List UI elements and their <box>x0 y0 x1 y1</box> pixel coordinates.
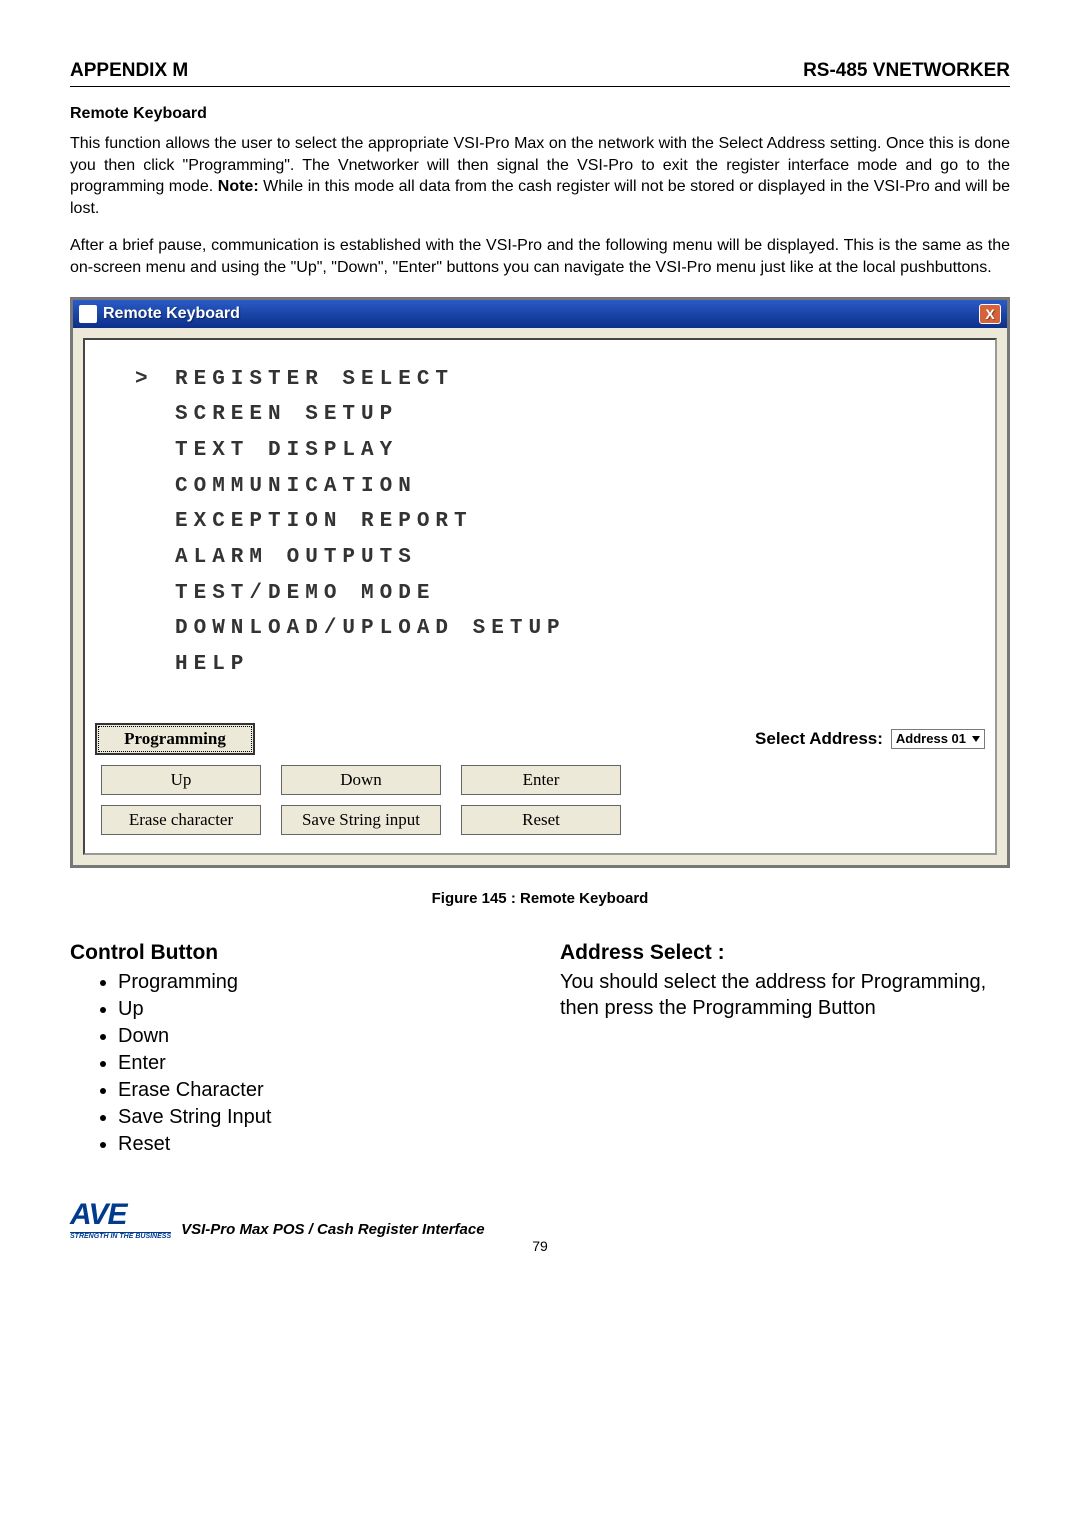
footer-text: VSI-Pro Max POS / Cash Register Interfac… <box>181 1221 484 1240</box>
control-button-heading: Control Button <box>70 941 520 965</box>
header-left: APPENDIX M <box>70 60 188 82</box>
remote-keyboard-window: Remote Keyboard X >REGISTER SELECT SCREE… <box>70 297 1010 868</box>
select-address-label: Select Address: <box>755 729 883 749</box>
list-item: Up <box>118 996 520 1023</box>
address-select-heading: Address Select : <box>560 941 1010 965</box>
close-icon[interactable]: X <box>979 304 1001 324</box>
enter-button[interactable]: Enter <box>461 765 621 795</box>
erase-character-button[interactable]: Erase character <box>101 805 261 835</box>
address-select-text: You should select the address for Progra… <box>560 969 1010 1021</box>
menu-item: HELP <box>175 647 249 683</box>
page-number: 79 <box>70 1238 1010 1254</box>
menu-item: TEST/DEMO MODE <box>175 576 435 612</box>
list-item: Programming <box>118 969 520 996</box>
menu-item: REGISTER SELECT <box>175 362 454 398</box>
app-icon <box>79 305 97 323</box>
paragraph-1: This function allows the user to select … <box>70 133 1010 219</box>
logo: AVE STRENGTH IN THE BUSINESS <box>70 1198 171 1240</box>
menu-item: EXCEPTION REPORT <box>175 504 473 540</box>
up-button[interactable]: Up <box>101 765 261 795</box>
menu-item: TEXT DISPLAY <box>175 433 398 469</box>
figure-caption: Figure 145 : Remote Keyboard <box>70 890 1010 907</box>
list-item: Down <box>118 1023 520 1050</box>
menu-item: COMMUNICATION <box>175 469 417 505</box>
address-select[interactable]: Address 01 <box>891 729 985 749</box>
header-right: RS-485 VNETWORKER <box>803 60 1010 82</box>
list-item: Reset <box>118 1131 520 1158</box>
reset-button[interactable]: Reset <box>461 805 621 835</box>
window-title: Remote Keyboard <box>103 305 240 323</box>
menu-area: >REGISTER SELECT SCREEN SETUP TEXT DISPL… <box>95 352 985 723</box>
paragraph-2: After a brief pause, communication is es… <box>70 235 1010 278</box>
save-string-button[interactable]: Save String input <box>281 805 441 835</box>
logo-text: AVE <box>70 1198 126 1231</box>
titlebar: Remote Keyboard X <box>73 300 1007 328</box>
logo-subtext: STRENGTH IN THE BUSINESS <box>70 1232 171 1240</box>
list-item: Save String Input <box>118 1104 520 1131</box>
menu-item: SCREEN SETUP <box>175 397 398 433</box>
control-button-list: Programming Up Down Enter Erase Characte… <box>70 969 520 1158</box>
menu-item: DOWNLOAD/UPLOAD SETUP <box>175 611 566 647</box>
note-label: Note: <box>218 178 259 195</box>
list-item: Erase Character <box>118 1077 520 1104</box>
section-title: Remote Keyboard <box>70 105 1010 123</box>
menu-item: ALARM OUTPUTS <box>175 540 417 576</box>
down-button[interactable]: Down <box>281 765 441 795</box>
programming-button[interactable]: Programming <box>95 723 255 755</box>
menu-marker: > <box>135 362 175 398</box>
list-item: Enter <box>118 1050 520 1077</box>
